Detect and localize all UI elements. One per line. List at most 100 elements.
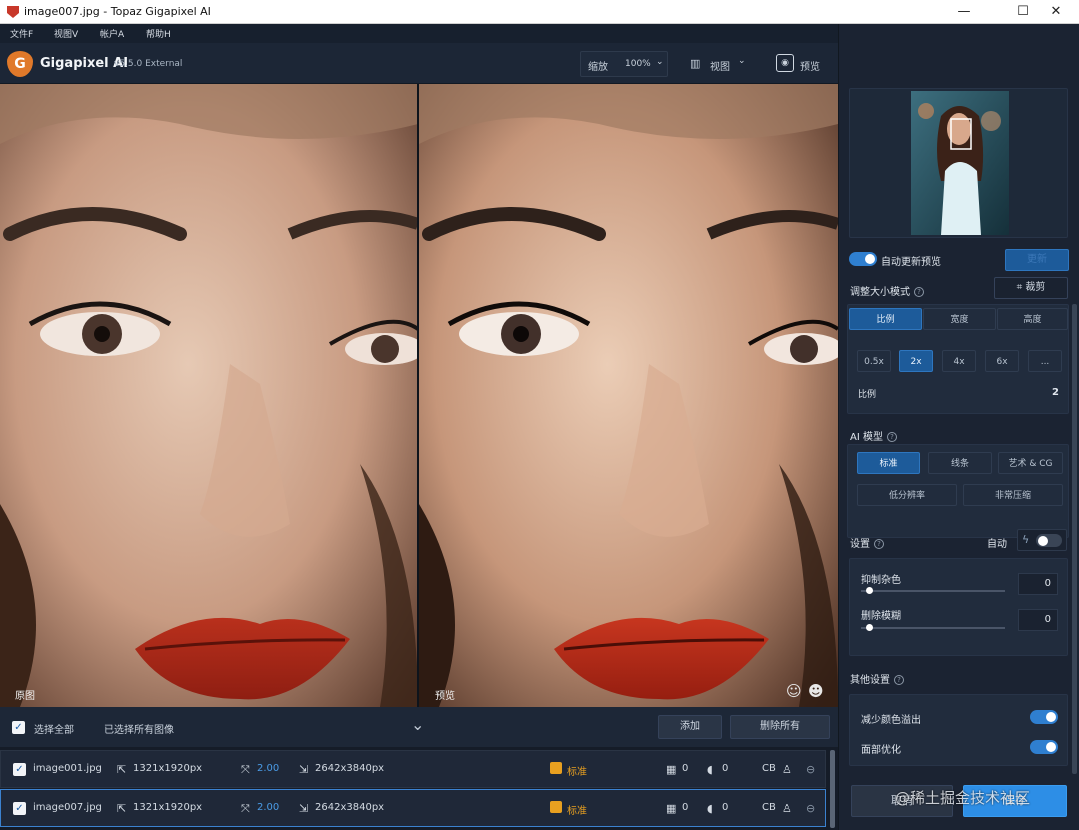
noise-value: 0 bbox=[682, 802, 689, 813]
preview-label: 预览 bbox=[800, 62, 820, 73]
menu-view[interactable]: 视图V bbox=[54, 27, 78, 40]
lightning-icon: ϟ bbox=[1022, 533, 1030, 546]
crop-icon: ⌗ bbox=[1016, 282, 1023, 293]
scale-value: 2.00 bbox=[257, 802, 280, 813]
model-name: 标准 bbox=[567, 806, 587, 817]
noise-value: 0 bbox=[682, 763, 689, 774]
input-size-icon: ⇱ bbox=[117, 802, 127, 815]
model-standard[interactable]: 标准 bbox=[857, 452, 920, 474]
auto-settings-control[interactable]: ϟ bbox=[1017, 529, 1067, 551]
zoom-label: 缩放 bbox=[588, 62, 608, 73]
settings-title: 设置? bbox=[850, 535, 884, 550]
original-label: 原图 bbox=[15, 691, 35, 702]
image-canvas[interactable]: 原图 预览 ☺ ☻ bbox=[0, 84, 838, 707]
crop-button[interactable]: ⌗ 裁剪 bbox=[994, 277, 1068, 299]
noise-icon: ▦ bbox=[666, 763, 677, 776]
model-low-res[interactable]: 低分辨率 bbox=[857, 484, 957, 506]
other-settings-card: 减少颜色溢出 面部优化 bbox=[849, 694, 1068, 766]
zoom-control[interactable]: 缩放 100% ⌄ bbox=[580, 51, 668, 77]
file-list: ✓ image001.jpg ⇱ 1321x1920px ⤧ 2.00 ⇲ 26… bbox=[0, 747, 838, 830]
model-name: 标准 bbox=[567, 767, 587, 778]
minimize-button[interactable]: — bbox=[941, 0, 987, 24]
zoom-value: 100% bbox=[625, 59, 651, 69]
scale-icon: ⤧ bbox=[241, 763, 250, 776]
add-button[interactable]: 添加 bbox=[658, 715, 722, 739]
remove-all-button[interactable]: 删除所有 bbox=[730, 715, 830, 739]
file-name: image007.jpg bbox=[33, 802, 102, 813]
blur-value: 0 bbox=[722, 763, 729, 774]
window-title: image007.jpg - Topaz Gigapixel AI bbox=[24, 5, 211, 18]
model-art-cg[interactable]: 艺术 & CG bbox=[998, 452, 1063, 474]
original-image bbox=[0, 84, 418, 707]
blur-input[interactable]: 0 bbox=[1018, 609, 1058, 631]
preview-toggle[interactable]: ◉ 预览 bbox=[774, 51, 826, 77]
help-icon: ? bbox=[874, 539, 884, 549]
tab-height[interactable]: 高度 bbox=[997, 308, 1068, 330]
blur-slider[interactable] bbox=[861, 627, 1005, 629]
file-bar: ✓ 选择全部 已选择所有图像 ⌄ 添加 删除所有 bbox=[0, 707, 838, 747]
model-lines[interactable]: 线条 bbox=[928, 452, 992, 474]
face-compare-icon[interactable]: ☻ bbox=[808, 682, 824, 700]
update-button[interactable]: 更新 bbox=[1005, 249, 1069, 271]
noise-slider[interactable] bbox=[861, 590, 1005, 592]
chevron-down-icon[interactable]: ⌄ bbox=[411, 715, 424, 734]
remove-file-icon[interactable]: ⊖ bbox=[806, 763, 815, 776]
file-row[interactable]: ✓ image007.jpg ⇱ 1321x1920px ⤧ 2.00 ⇲ 26… bbox=[0, 789, 826, 827]
scale-0-5x[interactable]: 0.5x bbox=[857, 350, 891, 372]
face-refine-toggle[interactable] bbox=[1030, 740, 1058, 754]
scale-custom[interactable]: ... bbox=[1028, 350, 1062, 372]
auto-label: 自动 bbox=[987, 539, 1007, 550]
scale-value: 2 bbox=[1052, 387, 1059, 398]
watermark-text: @稀土掘金技术社区 bbox=[895, 789, 1031, 807]
preview-image bbox=[419, 84, 838, 707]
output-size-icon: ⇲ bbox=[299, 802, 309, 815]
face-smile-icon[interactable]: ☺ bbox=[786, 682, 802, 700]
scale-icon: ⤧ bbox=[241, 802, 250, 815]
tab-width[interactable]: 宽度 bbox=[923, 308, 996, 330]
menu-account[interactable]: 帐户A bbox=[100, 27, 124, 40]
settings-card: 抑制杂色 0 删除模糊 0 bbox=[849, 558, 1068, 656]
navigator-thumbnail[interactable] bbox=[911, 91, 1009, 235]
color-bleed-toggle[interactable] bbox=[1030, 710, 1058, 724]
scale-4x[interactable]: 4x bbox=[942, 350, 976, 372]
settings-panel: 自动更新预览 更新 调整大小模式? ⌗ 裁剪 比例 宽度 高度 0.5x 2x … bbox=[838, 24, 1079, 830]
select-all-label[interactable]: 选择全部 bbox=[34, 721, 74, 736]
output-size: 2642x3840px bbox=[315, 802, 385, 813]
scale-2x[interactable]: 2x bbox=[899, 350, 933, 372]
color-bleed-label: 减少颜色溢出 bbox=[861, 715, 921, 726]
app-logo-icon bbox=[7, 6, 19, 18]
remove-file-icon[interactable]: ⊖ bbox=[806, 802, 815, 815]
auto-preview-toggle[interactable] bbox=[849, 252, 877, 266]
noise-slider-knob[interactable] bbox=[866, 587, 873, 594]
noise-label: 抑制杂色 bbox=[861, 575, 901, 586]
scale-label: 比例 bbox=[858, 390, 877, 400]
file-checkbox[interactable]: ✓ bbox=[13, 802, 26, 815]
model-very-compressed[interactable]: 非常压缩 bbox=[963, 484, 1063, 506]
eye-icon: ◉ bbox=[776, 54, 794, 72]
panel-scrollbar[interactable] bbox=[1072, 304, 1077, 774]
file-list-scrollbar[interactable] bbox=[830, 750, 835, 828]
chevron-down-icon: ⌄ bbox=[656, 57, 664, 67]
person-icon: ♙ bbox=[782, 763, 792, 776]
menu-help[interactable]: 帮助H bbox=[146, 27, 171, 40]
face-tag: CB bbox=[762, 763, 776, 774]
tab-scale[interactable]: 比例 bbox=[849, 308, 922, 330]
preview-label: 预览 bbox=[435, 691, 455, 702]
blur-slider-knob[interactable] bbox=[866, 624, 873, 631]
blur-label: 删除模糊 bbox=[861, 611, 901, 622]
noise-icon: ▦ bbox=[666, 802, 677, 815]
navigator-card bbox=[849, 88, 1068, 238]
scale-6x[interactable]: 6x bbox=[985, 350, 1019, 372]
view-control[interactable]: ▥ 视图 ⌄ bbox=[684, 51, 754, 77]
close-button[interactable]: ✕ bbox=[1033, 0, 1079, 24]
face-tag: CB bbox=[762, 802, 776, 813]
file-checkbox[interactable]: ✓ bbox=[13, 763, 26, 776]
select-all-checkbox[interactable]: ✓ bbox=[12, 721, 25, 734]
help-icon: ? bbox=[914, 287, 924, 297]
menu-file[interactable]: 文件F bbox=[10, 27, 33, 40]
blur-value: 0 bbox=[722, 802, 729, 813]
output-size: 2642x3840px bbox=[315, 763, 385, 774]
noise-input[interactable]: 0 bbox=[1018, 573, 1058, 595]
file-row[interactable]: ✓ image001.jpg ⇱ 1321x1920px ⤧ 2.00 ⇲ 26… bbox=[0, 750, 826, 788]
auto-settings-toggle[interactable] bbox=[1036, 534, 1062, 547]
